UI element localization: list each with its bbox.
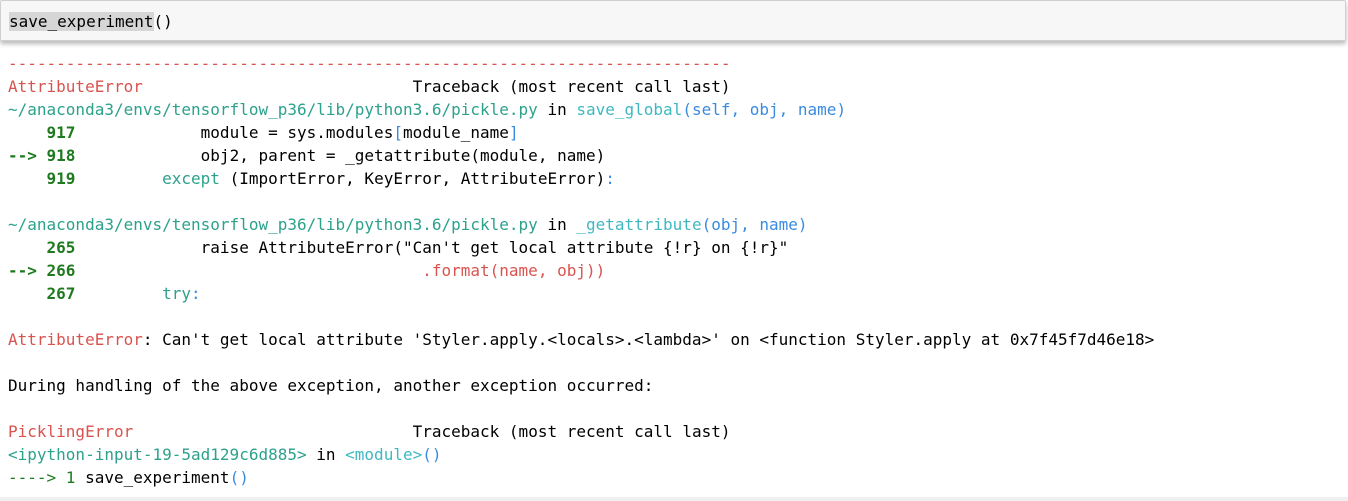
error-name: AttributeError	[8, 330, 143, 349]
input-cell[interactable]: save_experiment()	[0, 0, 1346, 41]
error-name: AttributeError	[8, 77, 143, 96]
line-number: 265	[46, 238, 76, 257]
current-line-arrow: -->	[8, 261, 47, 280]
code-line-917: 917 module = sys.modules[module_name]	[46, 123, 519, 142]
frame-args: ()	[422, 445, 442, 464]
code-line-919: 919 except (ImportError, KeyError, Attri…	[46, 169, 615, 188]
code-line-265: 265 raise AttributeError("Can't get loca…	[46, 238, 789, 257]
line-number: 917	[46, 123, 76, 142]
code-line-266: --> 266 .format(name, obj))	[8, 261, 606, 280]
frame-path: ~/anaconda3/envs/tensorflow_p36/lib/pyth…	[8, 215, 538, 234]
frame-header-2: ~/anaconda3/envs/tensorflow_p36/lib/pyth…	[8, 215, 808, 234]
dash-separator: ----------------------------------------…	[8, 54, 731, 73]
traceback-header-1: AttributeError Traceback (most recent ca…	[8, 75, 1344, 98]
frame-func: <module>	[345, 445, 423, 464]
during-handling-message: During handling of the above exception, …	[8, 376, 654, 395]
input-fn-name: save_experiment	[9, 12, 154, 31]
error-name: PicklingError	[8, 422, 134, 441]
frame-header-1: ~/anaconda3/envs/tensorflow_p36/lib/pyth…	[8, 100, 847, 119]
line-number: 918	[46, 146, 76, 165]
line-number: 267	[46, 284, 76, 303]
frame-header-3: <ipython-input-19-5ad129c6d885> in <modu…	[8, 445, 442, 464]
traceback-output: ----------------------------------------…	[8, 52, 1344, 489]
bottom-scroll-edge	[0, 497, 1348, 501]
frame-args: (obj, name)	[701, 215, 808, 234]
line-number: 919	[46, 169, 76, 188]
frame-func: save_global	[576, 100, 683, 119]
input-code[interactable]: save_experiment()	[9, 11, 173, 33]
frame-path: ~/anaconda3/envs/tensorflow_p36/lib/pyth…	[8, 100, 538, 119]
code-line-918: --> 918 obj2, parent = _getattribute(mod…	[8, 146, 606, 165]
traceback-header-2: PicklingError Traceback (most recent cal…	[8, 420, 1344, 443]
line-number: 266	[46, 261, 76, 280]
frame-args: (self, obj, name)	[682, 100, 847, 119]
code-line-1: ----> 1 save_experiment()	[8, 468, 249, 487]
traceback-label: Traceback (most recent call last)	[412, 422, 731, 441]
current-line-arrow: -->	[8, 146, 47, 165]
input-parens: ()	[153, 12, 173, 31]
code-line-267: 267 try:	[46, 284, 201, 303]
frame-func: _getattribute	[576, 215, 702, 234]
error-text: : Can't get local attribute 'Styler.appl…	[142, 330, 1155, 349]
error-message-1: AttributeError: Can't get local attribut…	[8, 328, 1344, 351]
traceback-label: Traceback (most recent call last)	[412, 77, 731, 96]
current-line-arrow: ----> 1	[8, 468, 86, 487]
frame-path: <ipython-input-19-5ad129c6d885>	[8, 445, 307, 464]
